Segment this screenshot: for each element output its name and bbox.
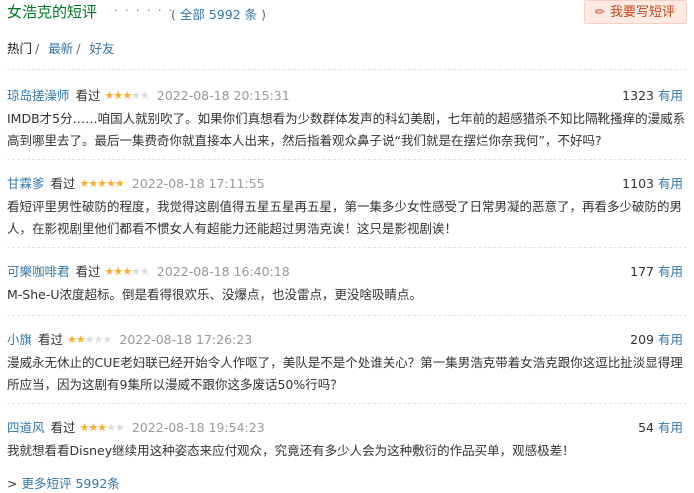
rating-stars: ★★★★★ [105,89,150,102]
watched-label: 看过 [75,264,101,279]
comment-user-link[interactable]: 甘霖爹 [7,176,45,191]
vote-count: 209 有用 [630,329,683,348]
divider [7,315,687,316]
watched-label: 看过 [38,332,64,347]
comment-item: 小旗 看过 ★★★★★ 2022-08-18 17:26:23 209 有用 漫威永无休止的… [7,329,687,396]
divider [7,403,687,404]
star-icon: ★ [122,265,132,278]
star-icon: ★ [131,89,141,102]
comment-time: 2022-08-18 19:54:23 [131,420,265,435]
star-icon: ★ [131,265,141,278]
useful-button[interactable]: 有用 [658,264,683,279]
comment-item: 可樂咖啡君 看过 ★★★★★ 2022-08-18 16:40:18 177 有用 M-Sh… [7,261,687,306]
star-icon: ★ [88,421,98,434]
tab-friends[interactable]: 好友 [89,41,114,56]
vote-count: 54 有用 [638,417,683,436]
star-icon: ★ [106,421,116,434]
watched-label: 看过 [50,420,76,435]
vote-number: 1103 [622,176,654,191]
star-icon: ★ [84,333,95,346]
tab-separator: / [76,41,81,56]
useful-button[interactable]: 有用 [658,176,683,191]
useful-button[interactable]: 有用 [658,88,683,103]
more-comments-link[interactable]: > 更多短评 5992条 [7,473,120,492]
rating-stars: ★★★★★ [80,177,125,190]
star-icon: ★ [75,333,86,346]
page-title: 女浩克的短评 [7,3,98,21]
rating-stars: ★★★★★ [105,265,150,278]
comment-user-link[interactable]: 小旗 [7,332,32,347]
comment-time: 2022-08-18 17:11:55 [131,176,265,191]
comment-item: 甘霖爹 看过 ★★★★★ 2022-08-18 17:11:55 1103 有用看短评里男… [7,173,687,240]
tab-newest[interactable]: 最新 [48,41,73,56]
rating-stars: ★★★★★ [67,333,113,346]
comment-meta: 甘霖爹 看过 ★★★★★ 2022-08-18 17:11:55 1103 有用 [7,173,687,193]
watched-label: 看过 [75,88,101,103]
comment-user-link[interactable]: 可樂咖啡君 [7,264,70,279]
star-icon: ★ [93,333,104,346]
all-comments-count: ( 全部 5992 条 ) [171,4,266,23]
star-icon: ★ [115,177,125,190]
vote-number: 209 [630,332,654,347]
useful-button[interactable]: 有用 [658,420,683,435]
comment-meta: 四道风 看过 ★★★★★ 2022-08-18 19:54:23 54 有用 [7,417,687,437]
tab-separator: / [35,41,40,56]
title-dots: · · · · · · [114,4,175,17]
write-review-label: 我要写短评 [609,5,675,20]
more-comments-label: 更多短评 5992条 [21,476,120,491]
vote-count: 177 有用 [630,261,683,280]
vote-number: 54 [638,420,654,435]
comment-item: 四道风 看过 ★★★★★ 2022-08-18 19:54:23 54 有用我就想看看Di… [7,417,687,462]
comment-time: 2022-08-18 17:26:23 [119,332,253,347]
star-icon: ★ [97,421,107,434]
comment-time: 2022-08-18 16:40:18 [156,264,290,279]
star-icon: ★ [122,89,132,102]
comment-text: M-She-U浓度超标。倒是看得很欢乐、没爆点，也没雷点，更没啥吸睛点。 [7,287,423,302]
star-icon: ★ [102,333,113,346]
comment-user-link[interactable]: 琼岛搓澡师 [7,88,70,103]
star-icon: ★ [115,421,125,434]
star-icon: ★ [67,333,77,346]
vote-count: 1323 有用 [622,85,683,104]
all-comments-link[interactable]: 全部 5992 条 [180,7,257,22]
tab-hot[interactable]: 热门 [7,41,32,56]
star-icon: ★ [140,265,150,278]
pencil-icon: ✏ [594,5,605,19]
chevron-right-icon: > [7,476,18,491]
vote-count: 1103 有用 [622,173,683,192]
star-icon: ★ [97,177,107,190]
divider [7,159,687,160]
comment-meta: 小旗 看过 ★★★★★ 2022-08-18 17:26:23 209 有用 [7,329,687,349]
rating-stars: ★★★★★ [80,421,125,434]
sort-tabs: 热门 / 最新 / 好友 [7,38,114,57]
paren-open: ( [171,7,180,22]
comment-text: IMDB才5分……咱国人就别吹了。如果你们真想看为少数群体发声的科幻美剧，七年前… [7,111,686,148]
star-icon: ★ [140,89,150,102]
divider [7,247,687,248]
write-review-button[interactable]: ✏ 我要写短评 [583,0,687,24]
comment-meta: 可樂咖啡君 看过 ★★★★★ 2022-08-18 16:40:18 177 有用 [7,261,687,281]
comment-meta: 琼岛搓澡师 看过 ★★★★★ 2022-08-18 20:15:31 1323 有用 [7,85,687,105]
star-icon: ★ [113,89,123,102]
comment-user-link[interactable]: 四道风 [7,420,45,435]
useful-button[interactable]: 有用 [658,332,683,347]
section-header: 女浩克的短评 · · · · · · ( 全部 5992 条 ) ✏ 我要写短评 [7,0,687,26]
comment-item: 琼岛搓澡师 看过 ★★★★★ 2022-08-18 20:15:31 1323 有用 IMD… [7,85,687,152]
comment-time: 2022-08-18 20:15:31 [156,88,290,103]
paren-close: ) [257,7,266,22]
star-icon: ★ [106,177,116,190]
vote-number: 1323 [622,88,654,103]
comment-text: 看短评里男性破防的程度，我觉得这剧值得五星五星再五星，第一集多少女性感受了日常男… [7,199,683,236]
star-icon: ★ [113,265,123,278]
comment-text: 漫威永无休止的CUE老妇联已经开始令人作呕了，美队是不是个处谁关心？第一集男浩克… [7,355,683,392]
comment-text: 我就想看看Disney继续用这种姿态来应付观众，究竟还有多少人会为这种敷衍的作品… [7,443,575,458]
divider [7,69,687,70]
vote-number: 177 [630,264,654,279]
watched-label: 看过 [50,176,76,191]
star-icon: ★ [88,177,98,190]
